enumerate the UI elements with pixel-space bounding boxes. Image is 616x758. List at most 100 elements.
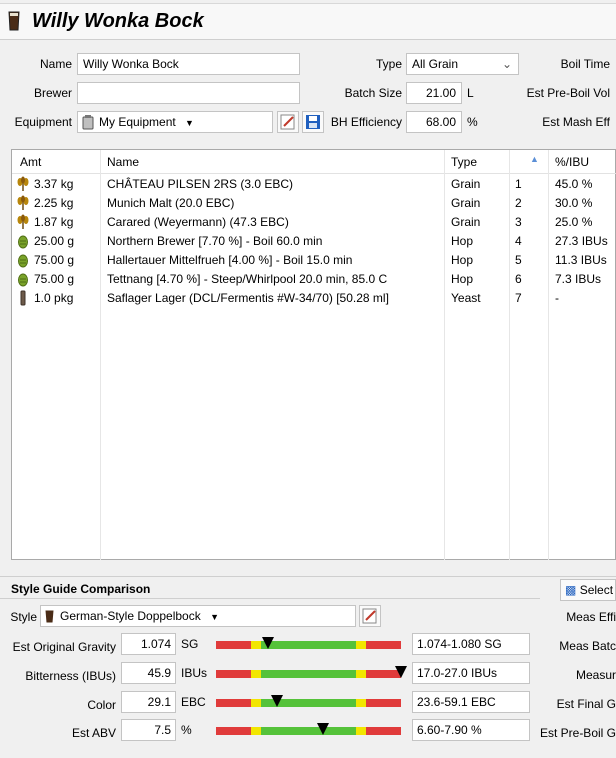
table-row[interactable]: 75.00 g Hallertauer Mittelfrueh [4.00 %] … [12, 251, 616, 270]
yeast-icon [16, 290, 30, 306]
type-select[interactable]: All Grain ⌄ [406, 53, 519, 75]
ingredients-table[interactable]: Amt Name Type ▲ %/IBU 3.37 kg CHÂTEAU PIL… [11, 149, 616, 560]
table-row[interactable]: 75.00 g Tettnang [4.70 %] - Steep/Whirlpo… [12, 270, 616, 289]
select-icon: ▩ [565, 583, 577, 597]
range-marker [271, 695, 283, 707]
hop-icon [16, 252, 30, 268]
table-row[interactable]: 25.00 g Northern Brewer [7.70 %] - Boil 6… [12, 232, 616, 251]
cell-type: Hop [451, 272, 474, 286]
style-guide-heading: Style Guide Comparison [11, 582, 151, 596]
table-row[interactable]: 3.37 kg CHÂTEAU PILSEN 2RS (3.0 EBC) Grain… [12, 175, 616, 194]
measured-stat-label: Meas Effi [566, 610, 616, 624]
metric-label: Est Original Gravity [12, 640, 116, 654]
equipment-select[interactable]: My Equipment ▼ [77, 111, 273, 133]
cell-type: Yeast [451, 291, 481, 305]
hop-icon [16, 233, 30, 249]
column-header-type[interactable]: Type [451, 155, 477, 169]
column-header-amt[interactable]: Amt [20, 155, 41, 169]
type-label: Type [375, 57, 402, 71]
cell-name: Carared (Weyermann) (47.3 EBC) [107, 215, 289, 229]
metric-range: 17.0-27.0 IBUs [412, 662, 530, 684]
table-row[interactable]: 2.25 kg Munich Malt (20.0 EBC) Grain 2 30.0 … [12, 194, 616, 213]
boil-time-label: Boil Time [560, 57, 610, 71]
table-row[interactable]: 1.0 pkg Saflager Lager (DCL/Fermentis #W-… [12, 289, 616, 308]
range-marker [262, 637, 274, 649]
dropdown-arrow-icon: ▼ [210, 612, 219, 622]
grain-icon [16, 176, 30, 192]
style-label: Style [10, 610, 37, 624]
metric-range: 1.074-1.080 SG [412, 633, 530, 655]
cell-type: Hop [451, 253, 474, 267]
measured-stat-label: Meas Batc [559, 639, 616, 653]
cell-ibu: 30.0 % [555, 196, 593, 210]
brewer-label: Brewer [33, 86, 72, 100]
column-header-ibu[interactable]: %/IBU [555, 155, 589, 169]
cell-amount: 1.0 pkg [34, 291, 74, 305]
metric-label: Est ABV [71, 726, 116, 740]
column-header-name[interactable]: Name [107, 155, 139, 169]
cell-name: Hallertauer Mittelfrueh [4.00 %] - Boil … [107, 253, 353, 267]
efficiency-label: BH Efficiency [330, 115, 402, 129]
cell-ibu: 11.3 IBUs [555, 253, 607, 267]
measured-stat-label: Est Pre-Boil G [539, 726, 616, 740]
metric-label: Bitterness (IBUs) [25, 669, 116, 683]
cell-type: Grain [451, 196, 481, 210]
cell-order: 5 [515, 253, 522, 267]
name-label: Name [39, 57, 72, 71]
range-bar [216, 670, 401, 678]
cell-amount: 2.25 kg [34, 196, 74, 210]
cell-name: Northern Brewer [7.70 %] - Boil 60.0 min [107, 234, 323, 248]
style-select[interactable]: German-Style Doppelbock ▼ [40, 605, 356, 627]
cell-name: Munich Malt (20.0 EBC) [107, 196, 235, 210]
chevron-down-icon: ⌄ [501, 57, 512, 71]
name-field[interactable]: Willy Wonka Bock [77, 53, 300, 75]
grain-icon [16, 195, 30, 211]
cell-amount: 3.37 kg [34, 177, 74, 191]
batch-size-unit: L [467, 86, 474, 100]
kettle-icon [82, 115, 94, 130]
style-value: German-Style Doppelbock [60, 609, 201, 623]
range-bar [216, 727, 401, 735]
metric-range: 6.60-7.90 % [412, 719, 530, 741]
brewer-field[interactable] [77, 82, 300, 104]
beer-glass-icon [8, 11, 20, 31]
cell-order: 2 [515, 196, 522, 210]
cell-type: Grain [451, 215, 481, 229]
batch-size-field[interactable]: 21.00 [406, 82, 462, 104]
mash-eff-label: Est Mash Eff [542, 115, 610, 129]
cell-name: Tettnang [4.70 %] - Steep/Whirlpool 20.0… [107, 272, 388, 286]
cell-ibu: 25.0 % [555, 215, 593, 229]
efficiency-field[interactable]: 68.00 [406, 111, 462, 133]
edit-style-button[interactable] [359, 605, 381, 627]
edit-icon [362, 608, 377, 624]
hop-icon [16, 271, 30, 287]
select-style-button[interactable]: ▩ Select [560, 579, 616, 601]
range-bar [216, 641, 401, 649]
table-row[interactable]: 1.87 kg Carared (Weyermann) (47.3 EBC) Gra… [12, 213, 616, 232]
metric-value: 45.9 [121, 662, 176, 684]
heading-underline [0, 598, 540, 599]
cell-ibu: 45.0 % [555, 177, 593, 191]
edit-equipment-button[interactable] [277, 111, 299, 133]
metric-unit: IBUs [181, 666, 208, 680]
efficiency-unit: % [467, 115, 478, 129]
batch-size-label: Batch Size [344, 86, 402, 100]
dropdown-arrow-icon: ▼ [185, 118, 194, 128]
cell-order: 4 [515, 234, 522, 248]
cell-amount: 75.00 g [34, 272, 75, 286]
metric-unit: SG [181, 637, 199, 651]
beer-glass-icon [45, 610, 54, 623]
cell-ibu: 7.3 IBUs [555, 272, 602, 286]
range-bar [216, 699, 401, 707]
cell-amount: 25.00 g [34, 234, 75, 248]
select-button-label: Select [579, 583, 614, 597]
measured-stat-label: Est Final G [556, 697, 616, 711]
measured-stat-label: Measur [575, 668, 616, 682]
table-header: Amt Name Type ▲ %/IBU [12, 150, 616, 174]
cell-amount: 1.87 kg [34, 215, 74, 229]
sort-ascending-icon[interactable]: ▲ [530, 154, 539, 164]
grain-icon [16, 214, 30, 230]
cell-type: Hop [451, 234, 474, 248]
equipment-label: Equipment [14, 115, 72, 129]
equipment-value: My Equipment [99, 115, 176, 129]
